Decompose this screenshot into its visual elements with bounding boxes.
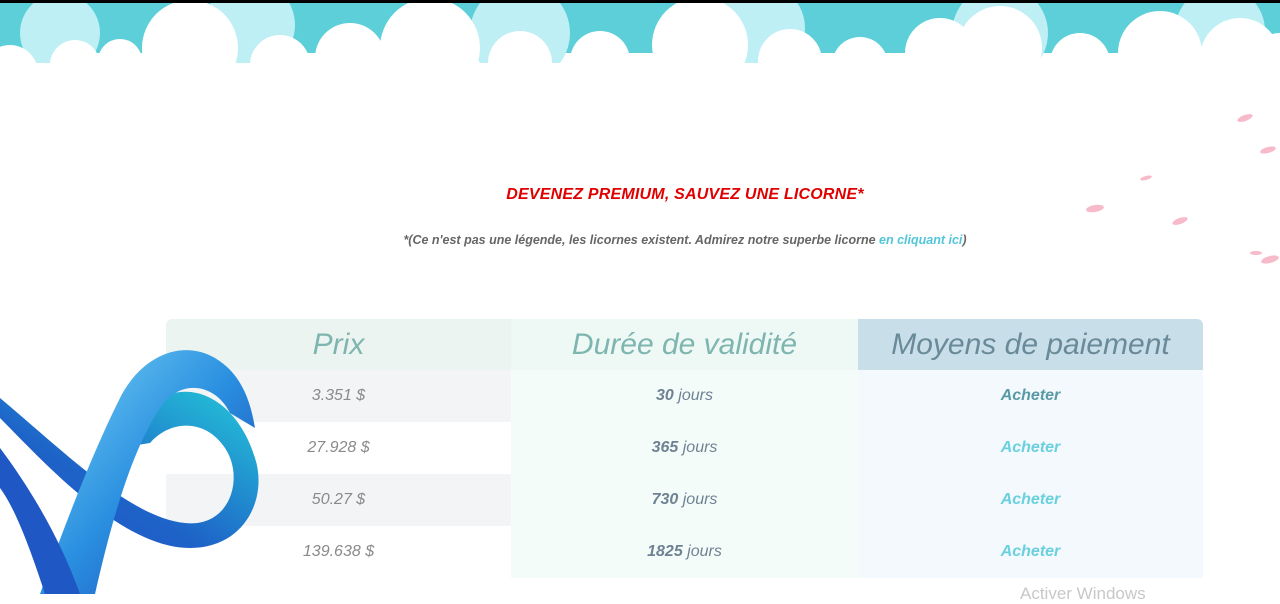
duration-days: 1825	[647, 543, 683, 560]
table-row: 50.27 $ 730 jours Acheter	[166, 474, 1203, 526]
petal-decoration	[1171, 215, 1189, 227]
duration-days: 365	[651, 439, 679, 456]
unicorn-note-text: *(Ce n'est pas une légende, les licornes…	[403, 233, 880, 247]
duration-unit: jours	[682, 491, 718, 508]
payment-cell: Acheter	[858, 474, 1203, 526]
petal-decoration	[1260, 253, 1280, 266]
duration-days: 30	[656, 387, 674, 404]
duration-unit: jours	[682, 439, 718, 456]
duration-days: 730	[651, 491, 679, 508]
header-duration: Durée de validité	[511, 319, 858, 370]
unicorn-note: *(Ce n'est pas une légende, les licornes…	[0, 233, 1280, 247]
petal-decoration	[1139, 174, 1153, 182]
petal-decoration	[1236, 112, 1254, 124]
table-row: 139.638 $ 1825 jours Acheter	[166, 526, 1203, 578]
duration-cell: 365 jours	[511, 422, 858, 474]
duration-cell: 30 jours	[511, 370, 858, 422]
payment-cell: Acheter	[858, 422, 1203, 474]
table-row: 27.928 $ 365 jours Acheter	[166, 422, 1203, 474]
petal-decoration	[1085, 203, 1105, 214]
payment-cell: Acheter	[858, 526, 1203, 578]
petal-decoration	[1250, 251, 1262, 255]
petal-decoration	[1259, 145, 1277, 155]
premium-headline: DEVENEZ PREMIUM, SAUVEZ UNE LICORNE*	[506, 186, 864, 203]
duration-unit: jours	[687, 543, 722, 560]
buy-button[interactable]: Acheter	[1001, 491, 1061, 508]
blue-infinity-logo-icon	[0, 350, 259, 594]
pricing-header-row: Prix Durée de validité Moyens de paiemen…	[166, 319, 1203, 370]
activate-windows-watermark: Activer Windows	[1020, 584, 1146, 603]
unicorn-link[interactable]: en cliquant ici	[879, 233, 962, 247]
pricing-table: Prix Durée de validité Moyens de paiemen…	[166, 319, 1203, 578]
duration-cell: 1825 jours	[511, 526, 858, 578]
table-row: 3.351 $ 30 jours Acheter	[166, 370, 1203, 422]
header-payment: Moyens de paiement	[858, 319, 1203, 370]
unicorn-note-close: )	[962, 233, 967, 247]
buy-button[interactable]: Acheter	[1001, 387, 1061, 404]
duration-cell: 730 jours	[511, 474, 858, 526]
buy-button[interactable]: Acheter	[1001, 543, 1061, 560]
buy-button[interactable]: Acheter	[1001, 439, 1061, 456]
payment-cell: Acheter	[858, 370, 1203, 422]
cloud-header-decoration	[0, 3, 1280, 78]
duration-unit: jours	[678, 387, 713, 404]
